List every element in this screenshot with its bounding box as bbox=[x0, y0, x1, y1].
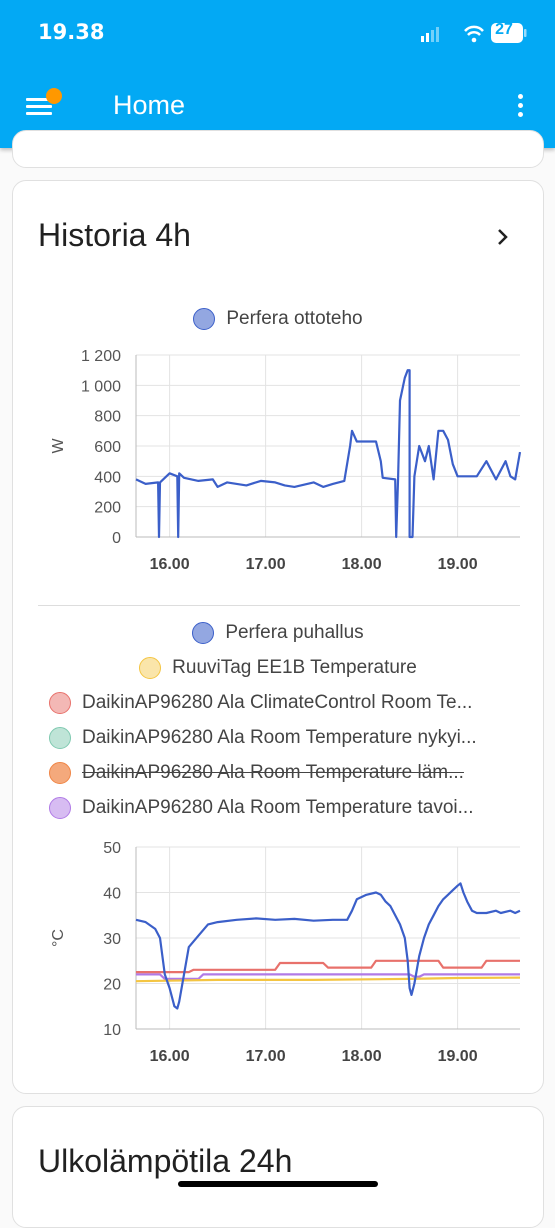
app-header: 19.38 27 Home bbox=[0, 0, 555, 148]
y-tick-label: 600 bbox=[94, 439, 121, 456]
legend-label: DaikinAP96280 Ala Room Temperature tavoi… bbox=[82, 796, 474, 818]
history-card-title[interactable]: Historia 4h bbox=[38, 217, 191, 254]
chart-divider bbox=[38, 605, 520, 606]
y-axis-label: °C bbox=[50, 929, 67, 947]
y-tick-label: 200 bbox=[94, 500, 121, 517]
legend-item[interactable]: DaikinAP96280 Ala ClimateControl Room Te… bbox=[13, 685, 543, 720]
x-tick-label: 19.00 bbox=[438, 556, 478, 573]
x-tick-label: 16.00 bbox=[150, 1048, 190, 1065]
y-tick-label: 0 bbox=[112, 530, 121, 547]
legend-item[interactable]: Perfera ottoteho bbox=[13, 301, 543, 336]
notification-badge bbox=[46, 88, 62, 104]
legend-swatch bbox=[49, 761, 71, 784]
signal-icon bbox=[421, 27, 439, 42]
legend-label-hidden: DaikinAP96280 Ala Room Temperature läm..… bbox=[82, 761, 464, 783]
previous-card bbox=[12, 130, 544, 168]
legend-swatch bbox=[193, 307, 216, 330]
y-tick-label: 30 bbox=[103, 931, 121, 948]
legend-label: Perfera ottoteho bbox=[226, 307, 363, 329]
home-indicator[interactable] bbox=[178, 1181, 378, 1187]
legend-swatch bbox=[192, 621, 215, 644]
y-tick-label: 1 000 bbox=[81, 378, 121, 395]
x-tick-label: 17.00 bbox=[246, 1048, 286, 1065]
y-tick-label: 800 bbox=[94, 409, 121, 426]
menu-icon-line bbox=[26, 112, 52, 115]
more-vert-icon-dot bbox=[517, 112, 523, 117]
y-tick-label: 50 bbox=[103, 840, 121, 857]
temperature-chart: 10 20 30 40 50 16.00 17.00 18.00 19.00 °C bbox=[50, 840, 521, 1065]
status-time: 19.38 bbox=[38, 20, 105, 44]
y-tick-label: 400 bbox=[94, 469, 121, 486]
power-chart-legend: Perfera ottoteho bbox=[13, 301, 543, 336]
legend-swatch bbox=[139, 656, 162, 679]
series-line bbox=[135, 369, 522, 539]
menu-icon-line bbox=[26, 105, 52, 108]
chevron-right-icon[interactable] bbox=[493, 225, 513, 249]
x-tick-label: 19.00 bbox=[438, 1048, 478, 1065]
legend-label: DaikinAP96280 Ala Room Temperature nykyi… bbox=[82, 726, 477, 748]
x-tick-label: 18.00 bbox=[342, 556, 382, 573]
outdoor-card-title[interactable]: Ulkolämpötila 24h bbox=[38, 1143, 292, 1180]
series-line bbox=[136, 959, 520, 974]
x-tick-label: 16.00 bbox=[150, 556, 190, 573]
series-line bbox=[135, 882, 521, 1010]
legend-label: Perfera puhallus bbox=[225, 621, 364, 643]
x-tick-label: 18.00 bbox=[342, 1048, 382, 1065]
legend-item[interactable]: DaikinAP96280 Ala Room Temperature läm..… bbox=[13, 755, 543, 790]
legend-item[interactable]: Perfera puhallus bbox=[13, 615, 543, 650]
history-card: Historia 4h Perfera ottoteho 0 200 400 600 8… bbox=[12, 180, 544, 1094]
temperature-chart-legend: Perfera puhallus RuuviTag EE1B Temperatu… bbox=[13, 615, 543, 825]
more-options-button[interactable] bbox=[515, 94, 525, 120]
more-vert-icon bbox=[517, 94, 523, 99]
battery-level: 27 bbox=[495, 21, 513, 38]
legend-label: RuuviTag EE1B Temperature bbox=[172, 656, 417, 678]
legend-item[interactable]: DaikinAP96280 Ala Room Temperature nykyi… bbox=[13, 720, 543, 755]
power-chart: 0 200 400 600 800 1 000 1 200 16.00 17.00 18.00 19… bbox=[50, 348, 522, 573]
more-vert-icon-dot bbox=[517, 103, 523, 108]
legend-swatch bbox=[49, 691, 71, 714]
y-tick-label: 1 200 bbox=[81, 348, 121, 365]
y-axis-label: W bbox=[50, 438, 67, 454]
legend-label: DaikinAP96280 Ala ClimateControl Room Te… bbox=[82, 691, 473, 713]
legend-item[interactable]: DaikinAP96280 Ala Room Temperature tavoi… bbox=[13, 790, 543, 825]
y-tick-label: 20 bbox=[103, 977, 121, 994]
y-tick-label: 40 bbox=[103, 886, 121, 903]
legend-item[interactable]: RuuviTag EE1B Temperature bbox=[13, 650, 543, 685]
legend-swatch bbox=[49, 726, 71, 749]
legend-swatch bbox=[49, 796, 71, 819]
page-title: Home bbox=[113, 90, 186, 120]
x-tick-label: 17.00 bbox=[246, 556, 286, 573]
wifi-icon bbox=[464, 25, 484, 43]
menu-button[interactable] bbox=[26, 88, 62, 122]
outdoor-temp-card: Ulkolämpötila 24h bbox=[12, 1106, 544, 1228]
y-tick-label: 10 bbox=[103, 1022, 121, 1039]
